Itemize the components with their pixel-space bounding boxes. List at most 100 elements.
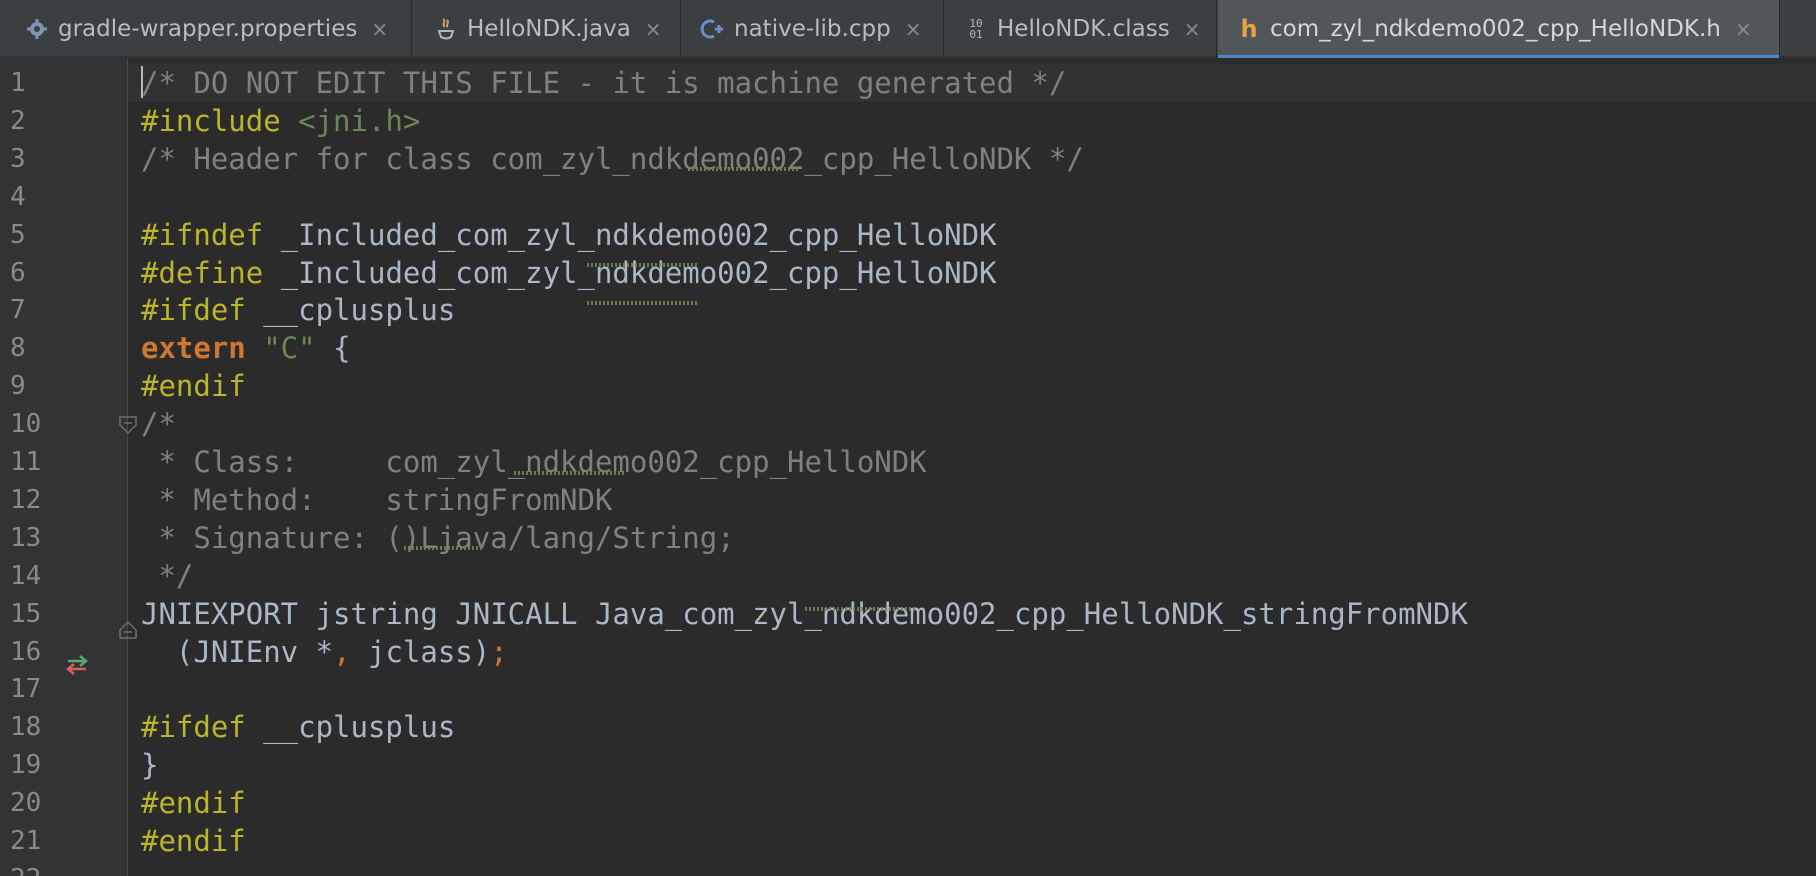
fold-marker-icon[interactable] <box>118 415 138 437</box>
navigate-to-implementation-icon[interactable] <box>64 654 90 676</box>
code-line[interactable]: #ifdef __cplusplus <box>141 291 455 329</box>
code-token-comment: /* DO NOT EDIT THIS FILE - it is machine… <box>141 66 1067 100</box>
code-token-string: <jni.h> <box>298 103 421 138</box>
code-line[interactable]: * Signature: ()Ljava/lang/String; <box>141 519 734 557</box>
typo-underline <box>512 471 626 475</box>
line-number[interactable]: 18 <box>10 708 50 746</box>
code-token-plain: { <box>315 331 351 366</box>
code-token-comment: /* <box>141 407 176 442</box>
java-file-icon <box>433 16 459 42</box>
typo-underline <box>585 301 699 305</box>
code-line[interactable]: } <box>141 746 158 784</box>
code-token-punct: , <box>333 634 351 669</box>
code-token-plain: _Included_com_zyl_ndkdemo002_cpp_HelloND… <box>280 217 997 252</box>
close-icon[interactable]: × <box>905 17 922 41</box>
code-line[interactable]: JNIEXPORT jstring JNICALL Java_com_zyl_n… <box>141 595 1468 633</box>
line-number[interactable]: 4 <box>10 178 50 216</box>
close-icon[interactable]: × <box>371 17 388 41</box>
code-token-prep: #endif <box>141 824 246 858</box>
line-number[interactable]: 16 <box>10 633 50 671</box>
line-number[interactable]: 9 <box>10 367 50 405</box>
tab-native-lib-cpp[interactable]: native-lib.cpp × <box>682 0 944 58</box>
code-line[interactable]: #endif <box>141 367 246 405</box>
code-line[interactable]: #endif <box>141 784 246 822</box>
close-icon[interactable]: × <box>645 17 662 41</box>
code-token-string: "C" <box>263 331 316 366</box>
typo-underline <box>803 607 917 611</box>
editor-tab-bar: gradle-wrapper.properties × HelloNDK.jav… <box>0 0 1816 58</box>
code-token-prep: #endif <box>141 369 246 404</box>
ide-window: gradle-wrapper.properties × HelloNDK.jav… <box>0 0 1816 876</box>
line-number[interactable]: 5 <box>10 216 50 254</box>
tab-label: native-lib.cpp <box>734 16 891 42</box>
line-number[interactable]: 8 <box>10 329 50 367</box>
code-line[interactable]: #include <jni.h> <box>141 102 420 140</box>
text-caret <box>141 66 143 98</box>
tab-label: HelloNDK.java <box>467 16 631 42</box>
class-file-icon: 10 01 <box>963 16 989 42</box>
code-token-plain: JNIEXPORT jstring JNICALL Java_com_zyl_n… <box>141 596 1468 631</box>
code-token-prep: #endif <box>141 786 246 821</box>
tab-hellondk-java[interactable]: HelloNDK.java × <box>413 0 681 58</box>
code-token-comment: /* Header for class com_zyl_ndkdemo002_c… <box>141 141 1084 176</box>
code-line[interactable]: extern "C" { <box>141 329 351 367</box>
line-number[interactable]: 12 <box>10 481 50 519</box>
typo-underline <box>585 263 699 267</box>
code-token-plain: jclass) <box>350 634 491 669</box>
code-line[interactable]: /* <box>141 405 176 443</box>
code-line[interactable]: #define _Included_com_zyl_ndkdemo002_cpp… <box>141 254 997 292</box>
line-number[interactable]: 14 <box>10 557 50 595</box>
tab-hellondk-class[interactable]: 10 01 HelloNDK.class × <box>945 0 1217 58</box>
code-line[interactable]: #ifndef _Included_com_zyl_ndkdemo002_cpp… <box>141 216 997 254</box>
line-number[interactable]: 21 <box>10 822 50 860</box>
code-line[interactable]: */ <box>141 557 193 595</box>
line-number[interactable]: 10 <box>10 405 50 443</box>
line-number[interactable]: 11 <box>10 443 50 481</box>
code-editor[interactable]: 12345678910111213141516171819202122 /* D… <box>0 58 1816 876</box>
line-number[interactable]: 22 <box>10 860 50 876</box>
line-number[interactable]: 6 <box>10 254 50 292</box>
code-token-comment: */ <box>141 558 194 593</box>
line-number[interactable]: 13 <box>10 519 50 557</box>
tab-label: HelloNDK.class <box>997 16 1170 42</box>
code-line[interactable]: * Method: stringFromNDK <box>141 481 612 519</box>
code-line[interactable]: /* Header for class com_zyl_ndkdemo002_c… <box>141 140 1084 178</box>
code-line[interactable]: #endif <box>141 822 246 860</box>
close-icon[interactable]: × <box>1735 17 1752 41</box>
code-token-prep: #ifndef <box>141 217 281 252</box>
code-line[interactable]: (JNIEnv *, jclass); <box>141 633 508 671</box>
line-number[interactable]: 17 <box>10 670 50 708</box>
typo-underline <box>402 546 482 550</box>
line-number[interactable]: 3 <box>10 140 50 178</box>
class-file-icon-bottom: 01 <box>969 28 983 41</box>
tab-gradle-wrapper-properties[interactable]: gradle-wrapper.properties × <box>0 0 412 58</box>
tab-label: com_zyl_ndkdemo002_cpp_HelloNDK.h <box>1270 16 1721 42</box>
code-line[interactable]: /* DO NOT EDIT THIS FILE - it is machine… <box>141 64 1066 102</box>
header-file-icon: h <box>1240 15 1258 43</box>
line-number[interactable]: 20 <box>10 784 50 822</box>
close-icon[interactable]: × <box>1184 17 1201 41</box>
code-token-prep: #define <box>141 255 281 290</box>
code-token-kw: extern <box>141 331 264 366</box>
gear-icon <box>24 16 50 42</box>
tab-label: gradle-wrapper.properties <box>58 16 358 42</box>
code-token-plain: __cplusplus <box>263 710 456 745</box>
code-line[interactable]: * Class: com_zyl_ndkdemo002_cpp_HelloNDK <box>141 443 926 481</box>
typo-underline <box>686 167 800 171</box>
line-number[interactable]: 7 <box>10 291 50 329</box>
cpp-file-icon <box>700 16 726 42</box>
code-token-prep: #ifdef <box>141 710 264 745</box>
code-token-plain: (JNIEnv * <box>141 634 334 669</box>
code-token-prep: #ifdef <box>141 293 264 328</box>
line-number[interactable]: 19 <box>10 746 50 784</box>
code-token-prep: #include <box>141 103 299 138</box>
code-token-plain: _Included_com_zyl_ndkdemo002_cpp_HelloND… <box>280 255 997 290</box>
code-line[interactable]: #ifdef __cplusplus <box>141 708 455 746</box>
fold-end-marker-icon[interactable] <box>118 618 138 640</box>
line-number[interactable]: 2 <box>10 102 50 140</box>
line-number[interactable]: 15 <box>10 595 50 633</box>
line-number[interactable]: 1 <box>10 64 50 102</box>
code-token-plain: __cplusplus <box>263 293 456 328</box>
gutter-divider <box>127 58 128 876</box>
tab-hellondk-header[interactable]: h com_zyl_ndkdemo002_cpp_HelloNDK.h × <box>1218 0 1780 58</box>
